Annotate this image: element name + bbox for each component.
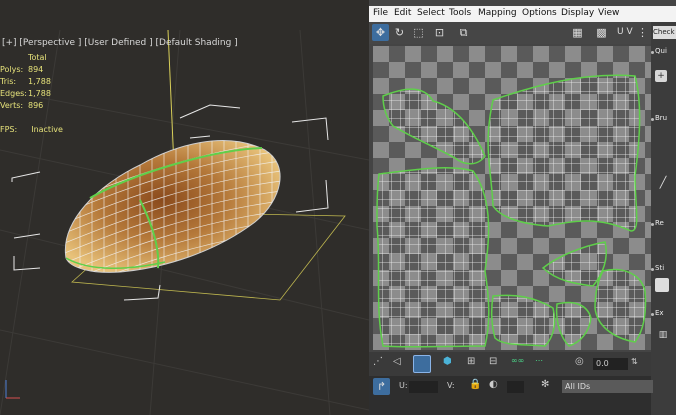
v-label: V:: [447, 381, 455, 390]
stitch-icon[interactable]: [655, 278, 669, 292]
stats-header: Total: [28, 53, 47, 62]
explode-weld-icon[interactable]: ▥: [655, 328, 671, 342]
ring-select-icon[interactable]: ⋯: [535, 356, 543, 365]
menu-tools[interactable]: Tools: [449, 8, 471, 18]
viewport-label[interactable]: [+] [Perspective ] [User Defined ] [Defa…: [2, 38, 238, 48]
checker-pattern-button[interactable]: Check: [653, 26, 676, 39]
rollout-brushes[interactable]: Bru: [655, 114, 667, 122]
axis-gizmo-icon: [5, 380, 20, 399]
menu-options[interactable]: Options: [522, 8, 557, 18]
freeze-icon[interactable]: ✻: [541, 379, 549, 390]
side-rollout-panel: Check Qui + Bru ╱ Re Sti Ex ▥: [651, 22, 676, 415]
shrink-selection-icon[interactable]: ⊟: [489, 356, 497, 367]
uv-layout: [373, 46, 651, 350]
relative-coords-icon[interactable]: ↱: [373, 378, 390, 395]
lock-icon[interactable]: 🔒: [469, 379, 481, 390]
u-field[interactable]: [409, 381, 438, 393]
rollout-stitch[interactable]: Sti: [655, 264, 664, 272]
face-mode-icon[interactable]: [413, 355, 431, 373]
rollout-marker-icon: [651, 118, 654, 121]
rollout-marker-icon: [651, 268, 654, 271]
material-id-select[interactable]: All IDs: [562, 380, 653, 393]
perspective-viewport[interactable]: [+] [Perspective ] [User Defined ] [Defa…: [0, 0, 369, 415]
move-tool-icon[interactable]: ✥: [372, 24, 389, 41]
selection-toolbar: ⋰ ◁ ⬢ ⊞ ⊟ ∞∞ ⋯ ◎ 0.0 ⇅: [369, 352, 651, 376]
u-label: U:: [399, 381, 408, 390]
grid-snap-icon[interactable]: ▦: [569, 24, 586, 41]
menu-view[interactable]: View: [598, 8, 619, 18]
stat-tris-value: 1,788: [28, 77, 51, 86]
freeform-tool-icon[interactable]: ⊡: [431, 24, 448, 41]
stat-edges-value: 1,788: [28, 89, 51, 98]
fps-label: FPS:: [0, 125, 18, 134]
stat-polys-value: 894: [28, 65, 44, 74]
rollout-explode[interactable]: Ex: [655, 309, 664, 317]
rollout-marker-icon: [651, 223, 654, 226]
element-mode-icon[interactable]: ⬢: [443, 356, 452, 367]
menu-edit[interactable]: Edit: [394, 8, 411, 18]
fps-readout: FPS: Inactive: [0, 125, 63, 134]
menu-mapping[interactable]: Mapping: [478, 8, 517, 18]
uv-editor-window: File Edit Select Tools Mapping Options D…: [369, 0, 676, 415]
loop-select-icon[interactable]: ∞∞: [511, 356, 524, 365]
scale-tool-icon[interactable]: ⬚: [410, 24, 427, 41]
menu-select[interactable]: Select: [417, 8, 445, 18]
stat-verts-value: 896: [28, 101, 44, 110]
filter-field[interactable]: [507, 381, 524, 393]
grow-selection-icon[interactable]: ⊞: [467, 356, 475, 367]
menu-display[interactable]: Display: [561, 8, 594, 18]
mirror-tool-icon[interactable]: ⧉: [455, 24, 472, 41]
menu-file[interactable]: File: [373, 8, 388, 18]
uv-toolbar: ✥ ↻ ⬚ ⊡ ⧉ ▦ ▩ U V ⋮: [369, 22, 651, 44]
rotate-tool-icon[interactable]: ↻: [391, 24, 408, 41]
fps-value: Inactive: [31, 125, 63, 134]
rollout-reshape[interactable]: Re: [655, 219, 664, 227]
edge-mode-icon[interactable]: ◁: [393, 356, 401, 367]
spinner-arrows-icon[interactable]: ⇅: [631, 357, 638, 366]
uv-island[interactable]: [376, 167, 490, 348]
quick-transform-icon[interactable]: +: [655, 70, 667, 82]
uv-axis-label[interactable]: U V: [617, 27, 633, 37]
soft-select-value[interactable]: 0.0: [593, 358, 628, 370]
uv-island[interactable]: [487, 74, 641, 232]
rollout-quick-transform[interactable]: Qui: [655, 47, 667, 55]
menu-bar: File Edit Select Tools Mapping Options D…: [369, 6, 676, 22]
coordinate-toolbar: ↱ U: V: 🔒 ◐ ✻ All IDs: [369, 376, 653, 415]
checker-display-icon[interactable]: ▩: [593, 24, 610, 41]
soft-select-icon[interactable]: ◎: [575, 356, 584, 367]
brush-line-icon[interactable]: ╱: [655, 176, 671, 190]
rollout-marker-icon: [651, 313, 654, 316]
uv-canvas[interactable]: [373, 46, 651, 350]
vertex-mode-icon[interactable]: ⋰: [373, 356, 383, 367]
viewport-scene: [0, 29, 369, 415]
hide-icon[interactable]: ◐: [489, 379, 498, 390]
rollout-marker-icon: [651, 51, 654, 54]
uv-dropdown-icon[interactable]: ⋮: [634, 24, 651, 41]
